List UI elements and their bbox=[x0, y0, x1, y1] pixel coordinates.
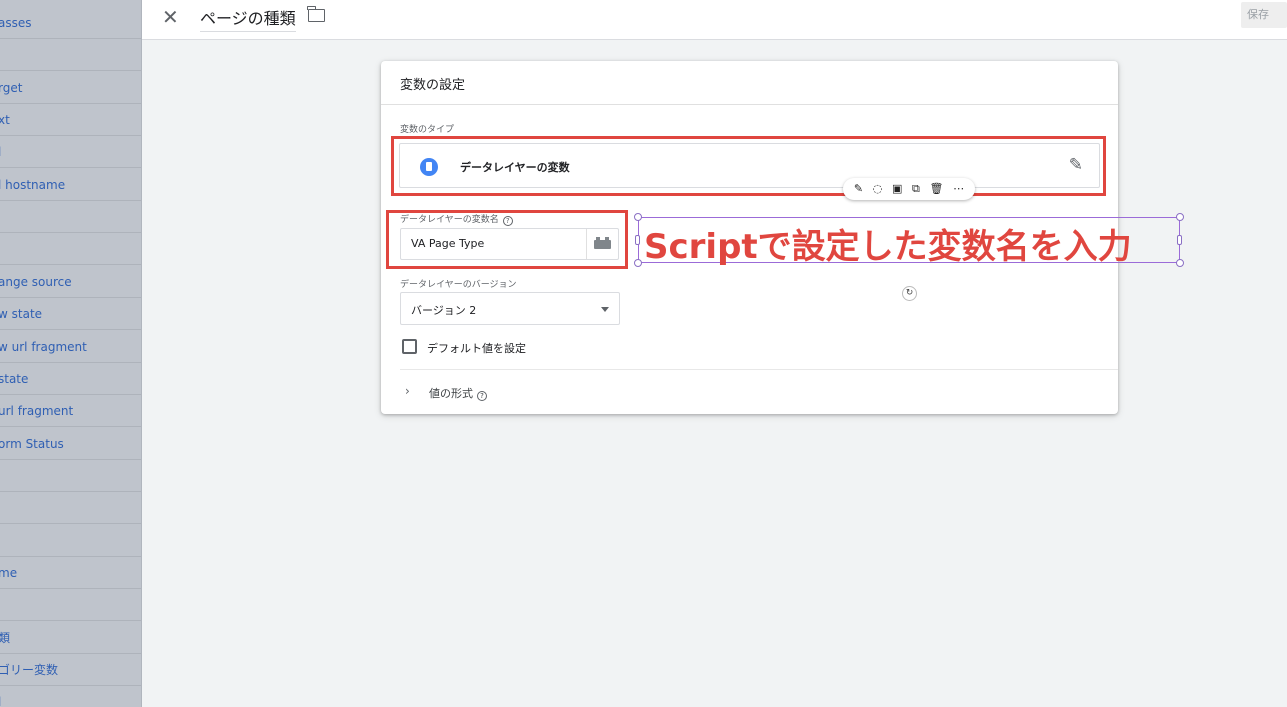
sidebar-item-label: w url fragment bbox=[0, 340, 87, 354]
highlight-box-var-name bbox=[386, 210, 628, 269]
sidebar-item[interactable] bbox=[0, 233, 141, 265]
resize-handle[interactable] bbox=[634, 213, 642, 221]
sidebar-item[interactable] bbox=[0, 525, 141, 557]
dropdown-caret-icon bbox=[601, 307, 609, 312]
sidebar-item-label: l bbox=[0, 136, 141, 168]
rotate-icon[interactable]: ↻ bbox=[902, 286, 917, 301]
sidebar-item[interactable] bbox=[0, 589, 141, 621]
sidebar-item-label: ゴリー変数 bbox=[0, 663, 59, 677]
sidebar-item[interactable]: l hostname bbox=[0, 169, 141, 201]
sidebar-item[interactable] bbox=[0, 201, 141, 233]
sidebar: asses rget xt l l hostname ange source w… bbox=[0, 0, 142, 707]
version-select[interactable]: バージョン 2 bbox=[400, 292, 620, 325]
version-value: バージョン 2 bbox=[411, 304, 477, 317]
resize-handle[interactable] bbox=[1177, 235, 1182, 245]
format-label-row: 値の形式? bbox=[429, 385, 487, 401]
resize-handle[interactable] bbox=[1176, 213, 1184, 221]
help-icon[interactable]: ? bbox=[477, 391, 487, 401]
sidebar-item-label: l hostname bbox=[0, 178, 66, 192]
highlight-box-type bbox=[391, 136, 1106, 196]
sidebar-item-label: rget bbox=[0, 81, 23, 95]
more-icon[interactable]: ⋯ bbox=[953, 178, 964, 200]
lock-icon[interactable]: ▣ bbox=[892, 178, 902, 200]
version-label: データレイヤーのバージョン bbox=[400, 280, 517, 290]
default-value-label: デフォルト値を設定 bbox=[427, 342, 526, 355]
annotation-text[interactable]: Scriptで設定した変数名を入力 bbox=[644, 219, 1132, 268]
card-title: 変数の設定 bbox=[400, 78, 466, 93]
sidebar-item[interactable]: me bbox=[0, 557, 141, 589]
duplicate-icon[interactable]: ⧉ bbox=[912, 178, 920, 200]
trash-icon[interactable]: 🗑 bbox=[930, 178, 944, 200]
format-label: 値の形式 bbox=[429, 387, 473, 400]
top-bar: ✕ ページの種類 保存 bbox=[142, 0, 1287, 40]
lasso-icon[interactable]: ◌ bbox=[873, 178, 883, 200]
close-icon[interactable]: ✕ bbox=[162, 5, 179, 29]
page-title[interactable]: ページの種類 bbox=[200, 5, 296, 32]
sidebar-item[interactable] bbox=[0, 39, 141, 71]
sidebar-item[interactable]: orm Status bbox=[0, 428, 141, 460]
sidebar-item[interactable]: w state bbox=[0, 298, 141, 330]
resize-handle[interactable] bbox=[634, 259, 642, 267]
sidebar-item-label: orm Status bbox=[0, 437, 64, 451]
sidebar-item[interactable]: l bbox=[0, 136, 141, 168]
resize-handle[interactable] bbox=[635, 235, 640, 245]
chevron-right-icon: › bbox=[405, 384, 410, 398]
floating-toolbar: ✎ ◌ ▣ ⧉ 🗑 ⋯ bbox=[843, 178, 975, 200]
save-button[interactable]: 保存 bbox=[1241, 2, 1287, 28]
sidebar-item[interactable]: asses bbox=[0, 7, 141, 39]
divider bbox=[400, 369, 1118, 370]
sidebar-item[interactable]: state bbox=[0, 363, 141, 395]
sidebar-item[interactable]: l bbox=[0, 686, 141, 707]
divider bbox=[381, 104, 1118, 105]
sidebar-item[interactable]: rget bbox=[0, 72, 141, 104]
sidebar-item[interactable]: w url fragment bbox=[0, 331, 141, 363]
sidebar-item-label: url fragment bbox=[0, 404, 74, 418]
sidebar-item-label: asses bbox=[0, 16, 32, 30]
sidebar-item[interactable]: url fragment bbox=[0, 395, 141, 427]
sidebar-item-label: ange source bbox=[0, 275, 72, 289]
variable-type-label: 変数のタイプ bbox=[400, 125, 455, 135]
resize-handle[interactable] bbox=[1176, 259, 1184, 267]
sidebar-item[interactable]: ゴリー変数 bbox=[0, 654, 141, 686]
magic-wand-icon[interactable]: ✎ bbox=[854, 178, 863, 200]
sidebar-item[interactable]: ange source bbox=[0, 266, 141, 298]
sidebar-item[interactable]: xt bbox=[0, 104, 141, 136]
sidebar-item[interactable] bbox=[0, 460, 141, 492]
sidebar-item-label: xt bbox=[0, 113, 10, 127]
folder-icon[interactable] bbox=[307, 6, 325, 22]
sidebar-item-label: me bbox=[0, 566, 18, 580]
sidebar-item-label: state bbox=[0, 372, 29, 386]
default-value-checkbox[interactable] bbox=[402, 339, 417, 354]
sidebar-item-label: l bbox=[0, 686, 141, 707]
sidebar-item-label: 類 bbox=[0, 622, 141, 654]
sidebar-item[interactable] bbox=[0, 492, 141, 524]
sidebar-item-label: w state bbox=[0, 307, 43, 321]
sidebar-item[interactable]: 類 bbox=[0, 622, 141, 654]
